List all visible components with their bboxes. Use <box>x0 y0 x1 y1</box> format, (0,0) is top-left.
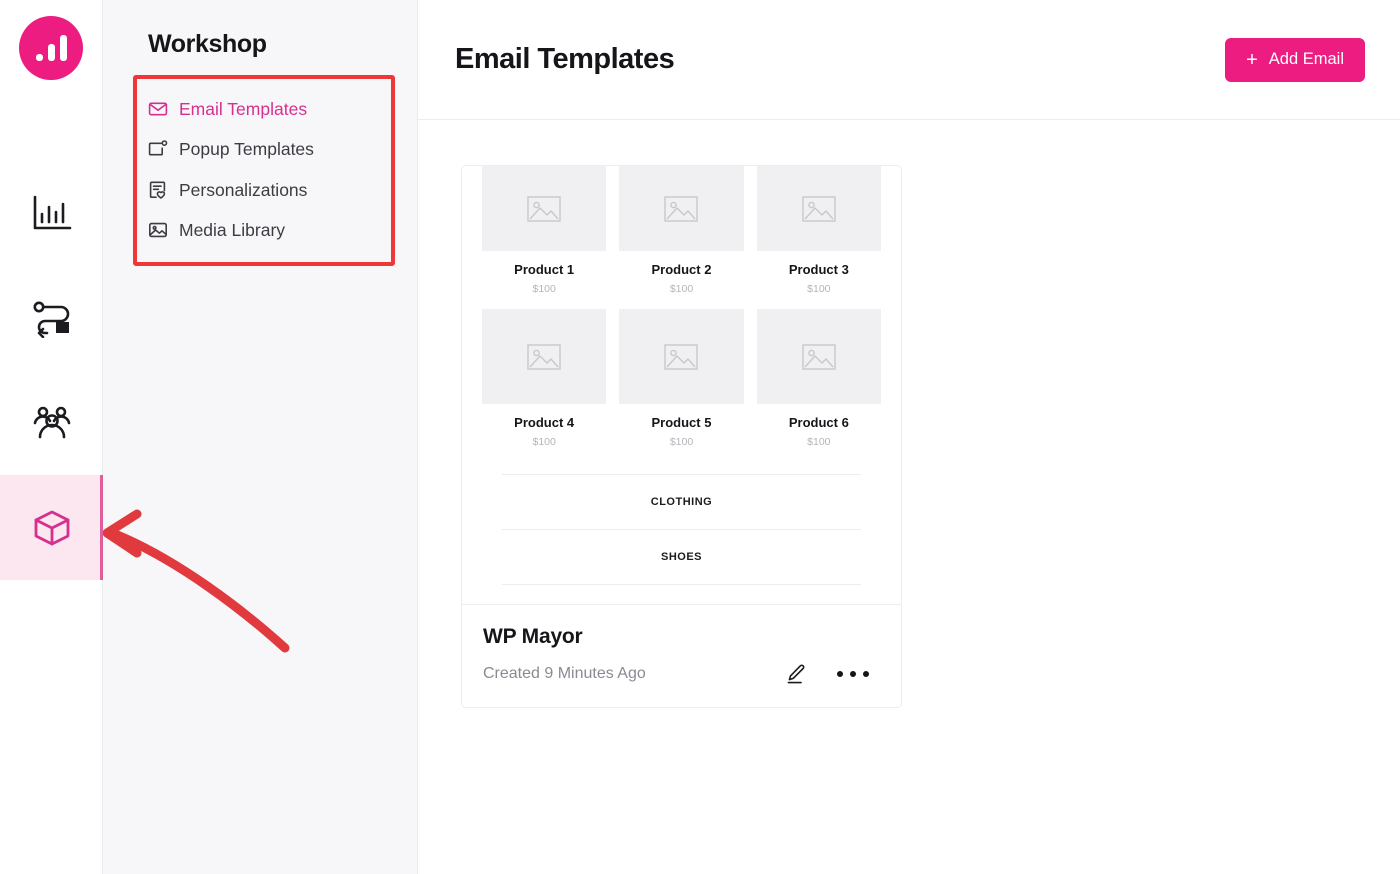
pencil-icon <box>787 664 805 684</box>
product-name: Product 3 <box>788 262 849 277</box>
template-meta-row: Created 9 Minutes Ago <box>483 663 879 685</box>
sidebar-item-label: Personalizations <box>179 179 308 200</box>
journey-flow-icon <box>30 298 74 338</box>
product-name: Product 6 <box>788 415 849 430</box>
app-root: Workshop Email Templates Popup Templates… <box>0 0 1400 874</box>
category-row: SHOES <box>502 529 861 584</box>
sidebar-item-email-templates[interactable]: Email Templates <box>133 89 395 129</box>
add-email-label: Add Email <box>1268 50 1344 68</box>
rail-item-audience[interactable] <box>0 370 103 475</box>
sidebar-title: Workshop <box>148 30 267 58</box>
rail-item-list <box>0 160 103 580</box>
template-card-footer: WP Mayor Created 9 Minutes Ago <box>462 604 901 707</box>
page-title: Email Templates <box>455 43 675 75</box>
analytics-bar-chart-icon <box>31 193 73 233</box>
envelope-icon <box>148 99 168 119</box>
logo-bar-1 <box>35 54 43 61</box>
workshop-box-icon <box>31 507 73 549</box>
template-card[interactable]: Product 1 $100 Product 2 $100 Product 3 … <box>461 165 902 708</box>
audience-people-icon <box>30 403 74 443</box>
logo-bar-3 <box>59 35 67 61</box>
product-item: Product 2 $100 <box>619 166 744 309</box>
image-placeholder-icon <box>527 195 561 222</box>
product-item: Product 4 $100 <box>482 309 607 462</box>
image-placeholder-icon <box>664 195 699 222</box>
product-name: Product 5 <box>651 415 712 430</box>
product-grid: Product 1 $100 Product 2 $100 Product 3 … <box>482 166 881 462</box>
sidebar-item-media-library[interactable]: Media Library <box>133 210 395 250</box>
main-area: Email Templates + Add Email Product 1 $1… <box>418 0 1400 874</box>
sidebar-item-label: Email Templates <box>179 99 308 119</box>
product-image-placeholder <box>756 166 881 251</box>
edit-template-button[interactable] <box>785 663 807 685</box>
sidebar-nav-wrapper: Email Templates Popup Templates Personal… <box>133 75 395 266</box>
product-price: $100 <box>669 283 694 295</box>
category-list: CLOTHING SHOES ACCESSORIES <box>502 474 861 604</box>
template-created-time: Created 9 Minutes Ago <box>483 665 646 682</box>
app-logo[interactable] <box>19 16 83 80</box>
template-preview: Product 1 $100 Product 2 $100 Product 3 … <box>462 166 901 604</box>
logo-bar-2 <box>47 44 55 61</box>
product-image-placeholder <box>756 309 881 404</box>
product-price: $100 <box>669 436 694 448</box>
image-placeholder-icon <box>802 343 836 370</box>
more-horizontal-icon-dot <box>863 671 869 677</box>
product-name: Product 2 <box>651 262 712 277</box>
document-heart-icon <box>148 180 168 200</box>
secondary-sidebar: Workshop Email Templates Popup Templates… <box>102 0 418 874</box>
rail-item-workshop[interactable] <box>0 475 103 580</box>
product-image-placeholder <box>482 309 607 404</box>
product-image-placeholder <box>482 166 607 251</box>
product-image-placeholder <box>619 166 744 251</box>
product-price: $100 <box>807 436 831 448</box>
product-item: Product 3 $100 <box>756 166 881 309</box>
category-row: CLOTHING <box>502 474 861 529</box>
template-name: WP Mayor <box>483 625 583 648</box>
product-price: $100 <box>807 283 831 295</box>
product-item: Product 6 $100 <box>756 309 881 462</box>
sidebar-item-label: Media Library <box>179 219 286 240</box>
sidebar-item-label: Popup Templates <box>179 139 314 160</box>
sidebar-item-popup-templates[interactable]: Popup Templates <box>133 129 395 169</box>
product-name: Product 1 <box>514 262 575 277</box>
image-icon <box>148 220 168 240</box>
add-email-button[interactable]: + Add Email <box>1225 37 1365 82</box>
image-placeholder-icon <box>802 195 836 222</box>
image-placeholder-icon <box>527 343 561 370</box>
category-row: ACCESSORIES <box>502 584 861 604</box>
product-name: Product 4 <box>514 415 575 430</box>
more-horizontal-icon-dot <box>837 671 843 677</box>
more-horizontal-icon-dot <box>850 671 856 677</box>
product-price: $100 <box>532 283 556 295</box>
product-price: $100 <box>532 436 556 448</box>
sidebar-item-personalizations[interactable]: Personalizations <box>133 170 395 210</box>
template-actions <box>785 663 879 685</box>
popup-window-icon <box>148 139 168 159</box>
template-more-menu-button[interactable] <box>837 671 869 677</box>
primary-nav-rail <box>0 0 103 874</box>
product-item: Product 1 $100 <box>482 166 607 309</box>
rail-item-journeys[interactable] <box>0 265 103 370</box>
page-header: Email Templates + Add Email <box>418 0 1400 120</box>
image-placeholder-icon <box>664 343 699 370</box>
product-item: Product 5 $100 <box>619 309 744 462</box>
product-image-placeholder <box>619 309 744 404</box>
sidebar-nav-list: Email Templates Popup Templates Personal… <box>133 75 395 266</box>
plus-icon: + <box>1246 48 1258 71</box>
templates-content: Product 1 $100 Product 2 $100 Product 3 … <box>418 120 1400 874</box>
rail-item-analytics[interactable] <box>0 160 103 265</box>
